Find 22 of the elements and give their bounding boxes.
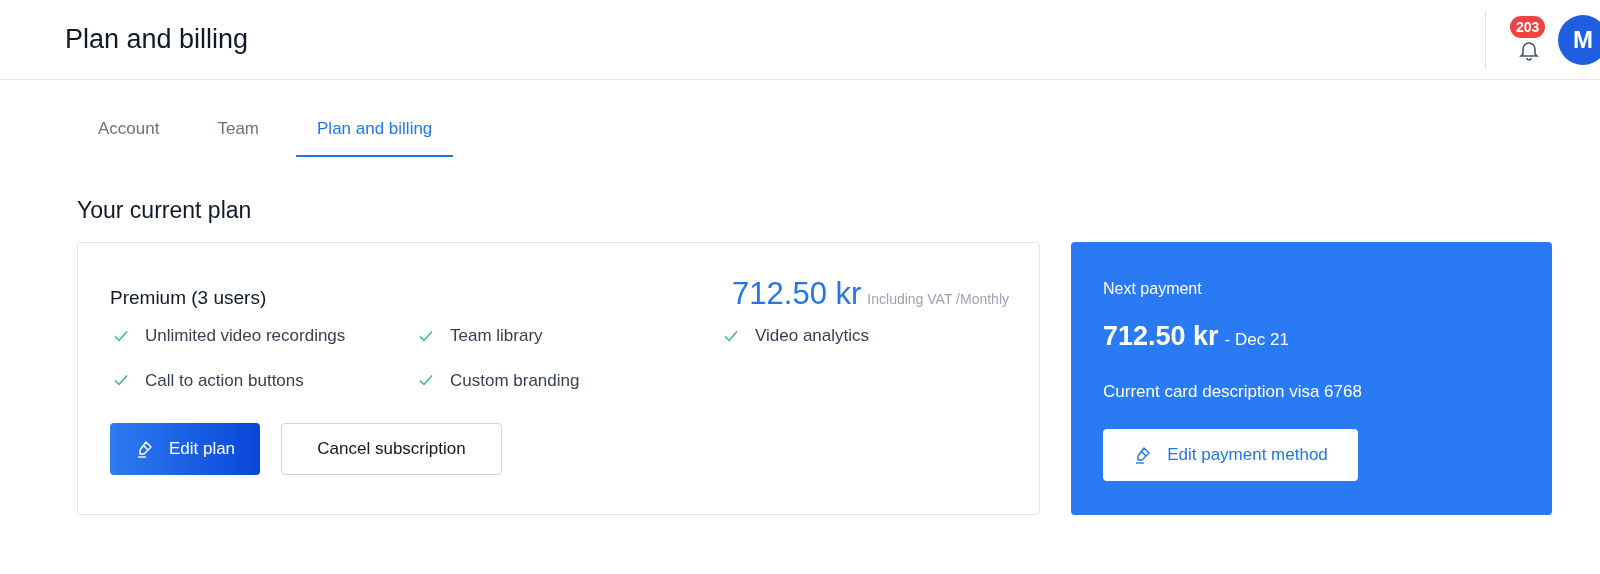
feature-label: Custom branding bbox=[450, 369, 580, 392]
card-description: Current card description visa 6768 bbox=[1103, 381, 1363, 403]
feature-label: Video analytics bbox=[755, 325, 870, 347]
notification-badge: 203 bbox=[1510, 15, 1546, 38]
plan-name: Premium (3 users) bbox=[110, 285, 267, 310]
tab[interactable]: Team bbox=[196, 102, 280, 157]
tab[interactable]: Account bbox=[77, 102, 181, 157]
edit-payment-button[interactable]: Edit payment method bbox=[1103, 428, 1358, 481]
section-title: Your current plan bbox=[76, 196, 253, 225]
user-avatar[interactable]: M bbox=[1558, 14, 1600, 65]
cancel-subscription-button[interactable]: Cancel subscription bbox=[281, 423, 502, 475]
price-note: Including VAT /Monthly bbox=[867, 289, 1009, 309]
edit-plan-button[interactable]: Edit plan bbox=[110, 423, 260, 475]
tab[interactable]: Plan and billing bbox=[296, 102, 454, 157]
plan-price: 712.50 kr bbox=[732, 274, 862, 313]
feature-label: Unlimited video recordings bbox=[145, 325, 346, 347]
page-title: Plan and billing bbox=[65, 23, 250, 57]
payment-date: - Dec 21 bbox=[1224, 328, 1289, 351]
payment-title: Next payment bbox=[1103, 278, 1203, 299]
payment-amount: 712.50 kr bbox=[1103, 319, 1219, 353]
feature-label: Call to action buttons bbox=[145, 369, 304, 392]
feature-label: Team library bbox=[450, 325, 543, 347]
